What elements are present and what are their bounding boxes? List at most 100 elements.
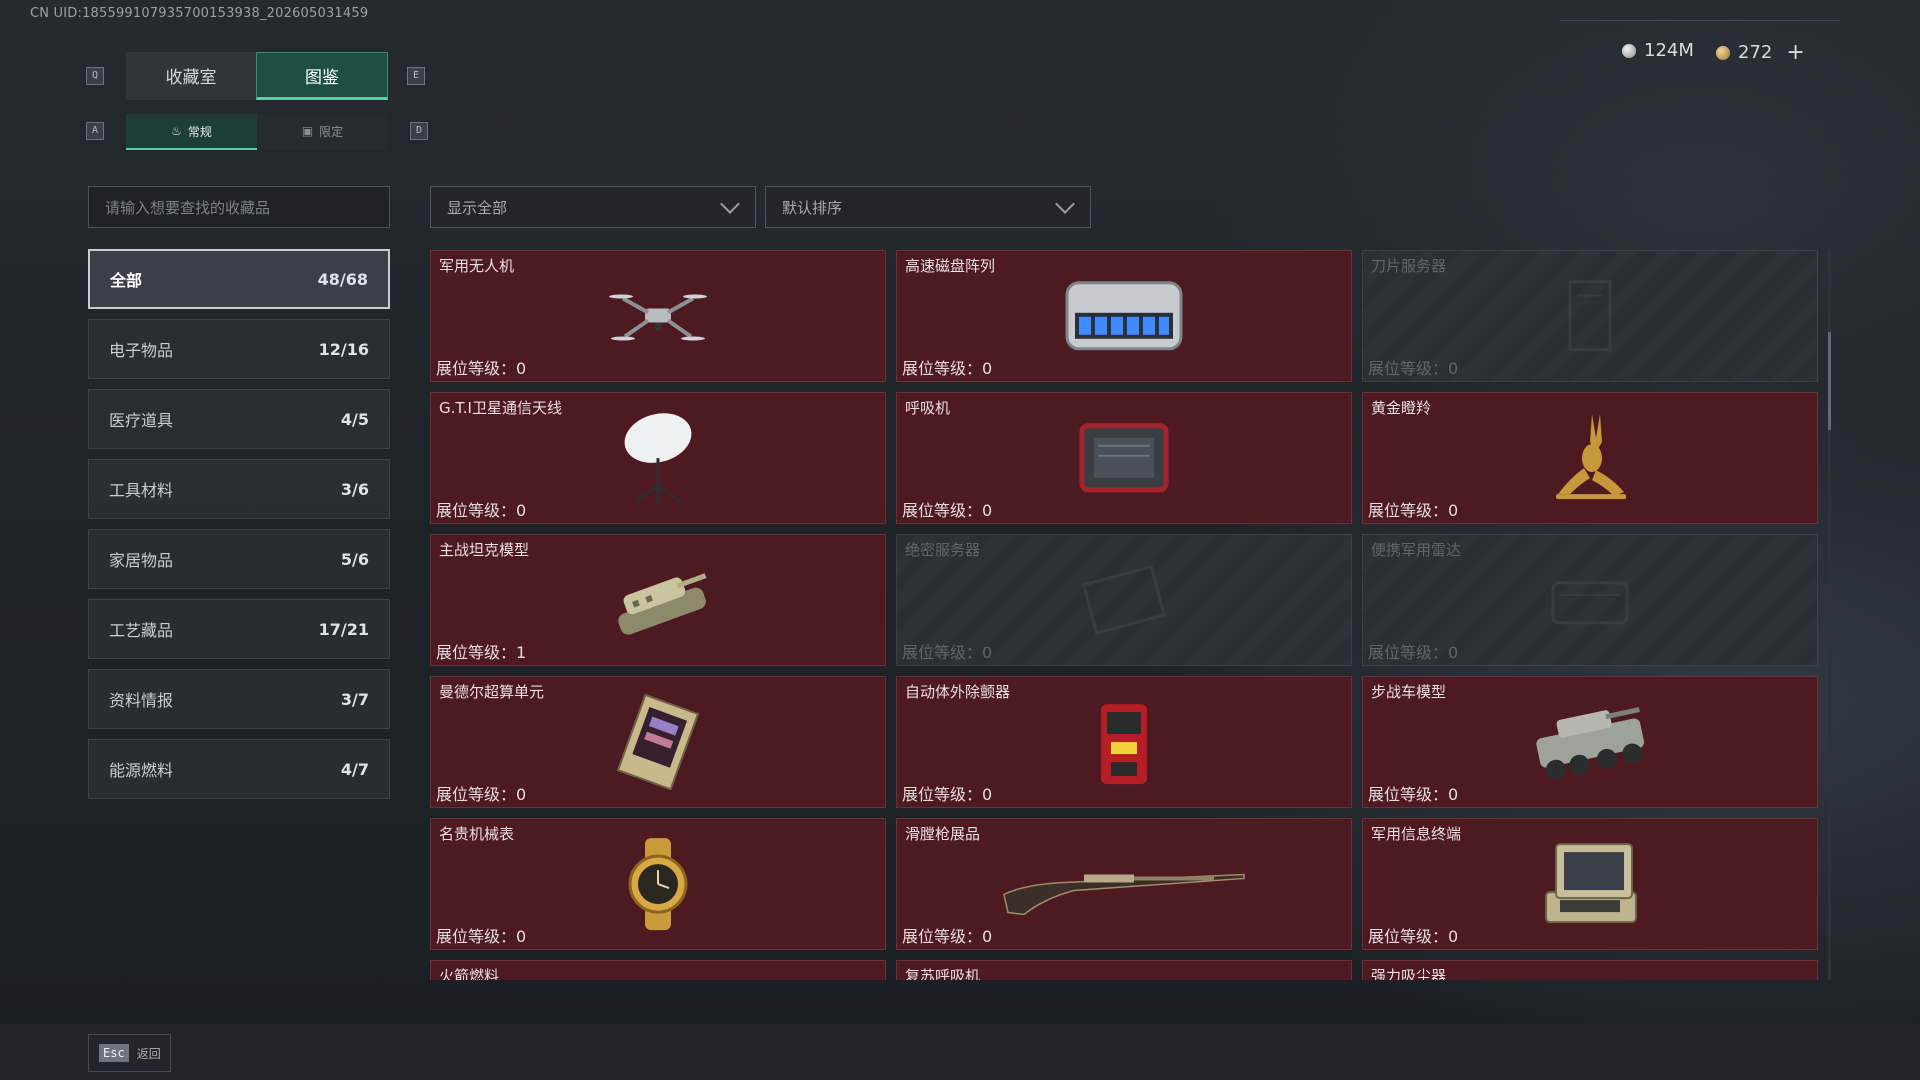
tab-catalog[interactable]: 图鉴	[256, 52, 388, 100]
silver-coin-icon	[1622, 43, 1636, 58]
category-count: 3/7	[340, 689, 369, 709]
item-name: 曼德尔超算单元	[439, 683, 545, 701]
category-label: 家居物品	[109, 551, 174, 570]
flame-icon: ♨	[171, 124, 182, 138]
item-card[interactable]: 名贵机械表展位等级：0	[430, 818, 886, 950]
item-level: 展位等级：1	[436, 643, 527, 662]
category-label: 资料情报	[109, 691, 174, 710]
add-currency-button[interactable]: +	[1786, 40, 1804, 65]
category-label: 医疗道具	[109, 411, 174, 430]
item-name: 名贵机械表	[439, 825, 515, 843]
scroll-thumb[interactable]	[1828, 332, 1831, 430]
sort-dropdown-label: 默认排序	[782, 198, 843, 217]
category-crafts[interactable]: 工艺藏品 17/21	[88, 599, 390, 659]
silver-amount: 124M	[1644, 40, 1694, 61]
item-card[interactable]: 曼德尔超算单元 展位等级：0	[430, 676, 886, 808]
item-card[interactable]: 复苏呼吸机	[896, 960, 1352, 980]
a-key-hint: A	[86, 122, 104, 140]
category-count: 12/16	[318, 339, 369, 359]
silver-currency: 124M	[1622, 40, 1694, 61]
item-level: 展位等级：0	[902, 927, 993, 946]
item-card[interactable]: 刀片服务器 展位等级：0	[1362, 250, 1818, 382]
item-card[interactable]: 军用信息终端 展位等级：0	[1362, 818, 1818, 950]
uid-label: CN UID:18559910793570015393​8_2026050314…	[30, 6, 369, 21]
main-tabs: 收藏室 图鉴	[126, 52, 388, 100]
defibrillator-icon	[1089, 692, 1159, 796]
item-name: 军用信息终端	[1371, 825, 1462, 843]
item-name: 步战车模型	[1371, 683, 1447, 701]
item-name: 便携军用雷达	[1371, 541, 1462, 559]
item-name: 高速磁盘阵列	[905, 257, 996, 275]
item-name: 强力吸尘器	[1371, 967, 1447, 980]
item-card[interactable]: 强力吸尘器	[1362, 960, 1818, 980]
item-name: 火箭燃料	[439, 967, 500, 980]
category-medical[interactable]: 医疗道具 4/5	[88, 389, 390, 449]
esc-key-hint: Esc	[99, 1044, 129, 1062]
category-count: 4/5	[340, 409, 369, 429]
category-count: 17/21	[318, 619, 369, 639]
blade-server-icon	[1560, 276, 1620, 360]
item-level: 展位等级：0	[436, 501, 527, 520]
gold-coin-icon	[1716, 45, 1730, 60]
category-intel[interactable]: 资料情报 3/7	[88, 669, 390, 729]
item-name: 呼吸机	[905, 399, 951, 417]
category-count: 5/6	[340, 549, 369, 569]
category-tools[interactable]: 工具材料 3/6	[88, 459, 390, 519]
radar-icon	[1535, 555, 1645, 649]
filter-dropdown[interactable]: 显示全部	[430, 186, 756, 228]
limited-icon: ▣	[301, 124, 314, 138]
item-level: 展位等级：0	[1368, 643, 1459, 662]
item-card[interactable]: 便携军用雷达 展位等级：0	[1362, 534, 1818, 666]
category-label: 电子物品	[109, 341, 174, 360]
grid-scrollbar[interactable]	[1828, 250, 1831, 980]
item-name: 复苏呼吸机	[905, 967, 981, 980]
category-label: 全部	[110, 271, 143, 290]
item-card[interactable]: 滑膛枪展品展位等级：0	[896, 818, 1352, 950]
category-count: 48/68	[317, 269, 368, 289]
item-card[interactable]: 黄金瞪羚 展位等级：0	[1362, 392, 1818, 524]
disk-array-icon	[1059, 273, 1189, 363]
item-name: 滑膛枪展品	[905, 825, 981, 843]
item-card[interactable]: 火箭燃料	[430, 960, 886, 980]
subtab-limited[interactable]: ▣ 限定	[257, 114, 388, 150]
item-name: 刀片服务器	[1371, 257, 1447, 275]
item-card[interactable]: G.T.I卫星通信天线 展位等级：0	[430, 392, 886, 524]
category-energy[interactable]: 能源燃料 4/7	[88, 739, 390, 799]
category-household[interactable]: 家居物品 5/6	[88, 529, 390, 589]
item-card[interactable]: 军用无人机展位等级：0	[430, 250, 886, 382]
subtab-normal-label: 常规	[187, 124, 212, 139]
sub-tabs: ♨ 常规 ▣ 限定	[126, 114, 388, 150]
chevron-down-icon	[1055, 194, 1075, 214]
subtab-normal[interactable]: ♨ 常规	[126, 114, 257, 150]
category-all[interactable]: 全部 48/68	[88, 249, 390, 309]
gold-currency: 272 +	[1716, 40, 1805, 65]
category-label: 工艺藏品	[109, 621, 174, 640]
item-name: 军用无人机	[439, 257, 515, 275]
item-card[interactable]: 自动体外除颤器 展位等级：0	[896, 676, 1352, 808]
category-label: 能源燃料	[109, 761, 174, 780]
search-input[interactable]: 请输入想要查找的收藏品	[88, 186, 390, 228]
item-level: 展位等级：0	[902, 359, 993, 378]
category-electronics[interactable]: 电子物品 12/16	[88, 319, 390, 379]
item-grid: 军用无人机 展位等级：0 高速磁盘阵列 展位等级：0 刀片服务器 展位等级：0 G.T.I卫…	[430, 250, 1820, 980]
sort-dropdown[interactable]: 默认排序	[765, 186, 1091, 228]
item-level: 展位等级：0	[436, 359, 527, 378]
item-card[interactable]: 绝密服务器 展位等级：0	[896, 534, 1352, 666]
tab-collection[interactable]: 收藏室	[126, 52, 256, 100]
d-key-hint: D	[410, 122, 428, 140]
item-level: 展位等级：0	[1368, 785, 1459, 804]
decorative-line	[1560, 20, 1840, 21]
item-card[interactable]: 步战车模型展位等级：0	[1362, 676, 1818, 808]
musket-icon	[994, 848, 1254, 922]
item-level: 展位等级：0	[436, 927, 527, 946]
item-card[interactable]: 呼吸机 展位等级：0	[896, 392, 1352, 524]
category-label: 工具材料	[109, 481, 174, 500]
item-name: 主战坦克模型	[439, 541, 530, 559]
item-card[interactable]: 高速磁盘阵列 展位等级：0	[896, 250, 1352, 382]
back-label: 返回	[136, 1046, 161, 1061]
item-level: 展位等级：0	[902, 785, 993, 804]
back-button[interactable]: Esc 返回	[88, 1034, 171, 1072]
drone-icon	[603, 280, 713, 354]
watch-icon	[613, 834, 703, 938]
item-card[interactable]: 主战坦克模型 展位等级：1	[430, 534, 886, 666]
